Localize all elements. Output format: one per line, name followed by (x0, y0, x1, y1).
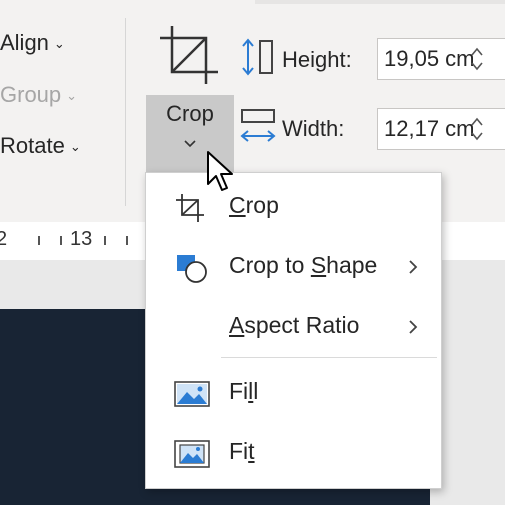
ribbon-top-strip (255, 0, 505, 4)
ruler-tick (38, 236, 40, 245)
menu-item-label: Crop (229, 192, 279, 218)
crop-menu: Crop Crop to Shape Aspect Ratio Fill Fit (145, 172, 442, 489)
chevron-down-icon (184, 140, 196, 148)
shape-height-icon (242, 38, 273, 76)
shape-width-icon (240, 109, 276, 142)
crop-large-icon[interactable] (160, 26, 218, 84)
rotate-label: Rotate (0, 133, 65, 158)
group-button[interactable]: Group ⌄ (0, 82, 77, 109)
chevron-right-icon (409, 320, 418, 334)
fill-icon (174, 381, 210, 407)
fit-icon (174, 440, 210, 468)
mouse-pointer-icon (207, 151, 233, 191)
menu-item-fit[interactable]: Fit (146, 425, 439, 481)
align-button[interactable]: Align ⌄ (0, 30, 65, 57)
group-separator (125, 18, 126, 206)
ruler-mark: 2 (0, 228, 8, 250)
menu-item-fill[interactable]: Fill (146, 365, 439, 421)
ruler-tick (60, 236, 62, 245)
chevron-right-icon (409, 260, 418, 274)
width-spinner-icon[interactable] (470, 116, 484, 142)
ruler-mark: 13 (70, 228, 93, 250)
crop-button-label: Crop (166, 101, 214, 126)
chevron-down-icon: ⌄ (53, 36, 65, 52)
crop-to-shape-icon (177, 255, 207, 283)
rotate-button[interactable]: Rotate ⌄ (0, 133, 81, 160)
menu-separator (221, 357, 437, 358)
crop-icon (176, 194, 204, 222)
align-label: Align (0, 30, 49, 55)
menu-item-label: Fill (229, 378, 259, 404)
width-field[interactable] (377, 108, 505, 150)
chevron-down-icon: ⌄ (69, 139, 81, 155)
menu-item-label: Fit (229, 438, 255, 464)
height-label: Height: (282, 47, 352, 72)
menu-item-aspect-ratio[interactable]: Aspect Ratio (146, 299, 439, 355)
height-field[interactable] (377, 38, 505, 80)
chevron-down-icon: ⌄ (66, 88, 78, 104)
menu-item-label: Crop to Shape (229, 252, 378, 278)
width-label: Width: (282, 116, 345, 141)
menu-item-label: Aspect Ratio (229, 312, 360, 338)
group-label: Group (0, 82, 62, 107)
ruler-tick (104, 236, 106, 245)
menu-item-crop-to-shape[interactable]: Crop to Shape (146, 239, 439, 295)
menu-item-crop[interactable]: Crop (146, 179, 439, 235)
height-spinner-icon[interactable] (470, 46, 484, 72)
ruler-tick (126, 236, 128, 245)
